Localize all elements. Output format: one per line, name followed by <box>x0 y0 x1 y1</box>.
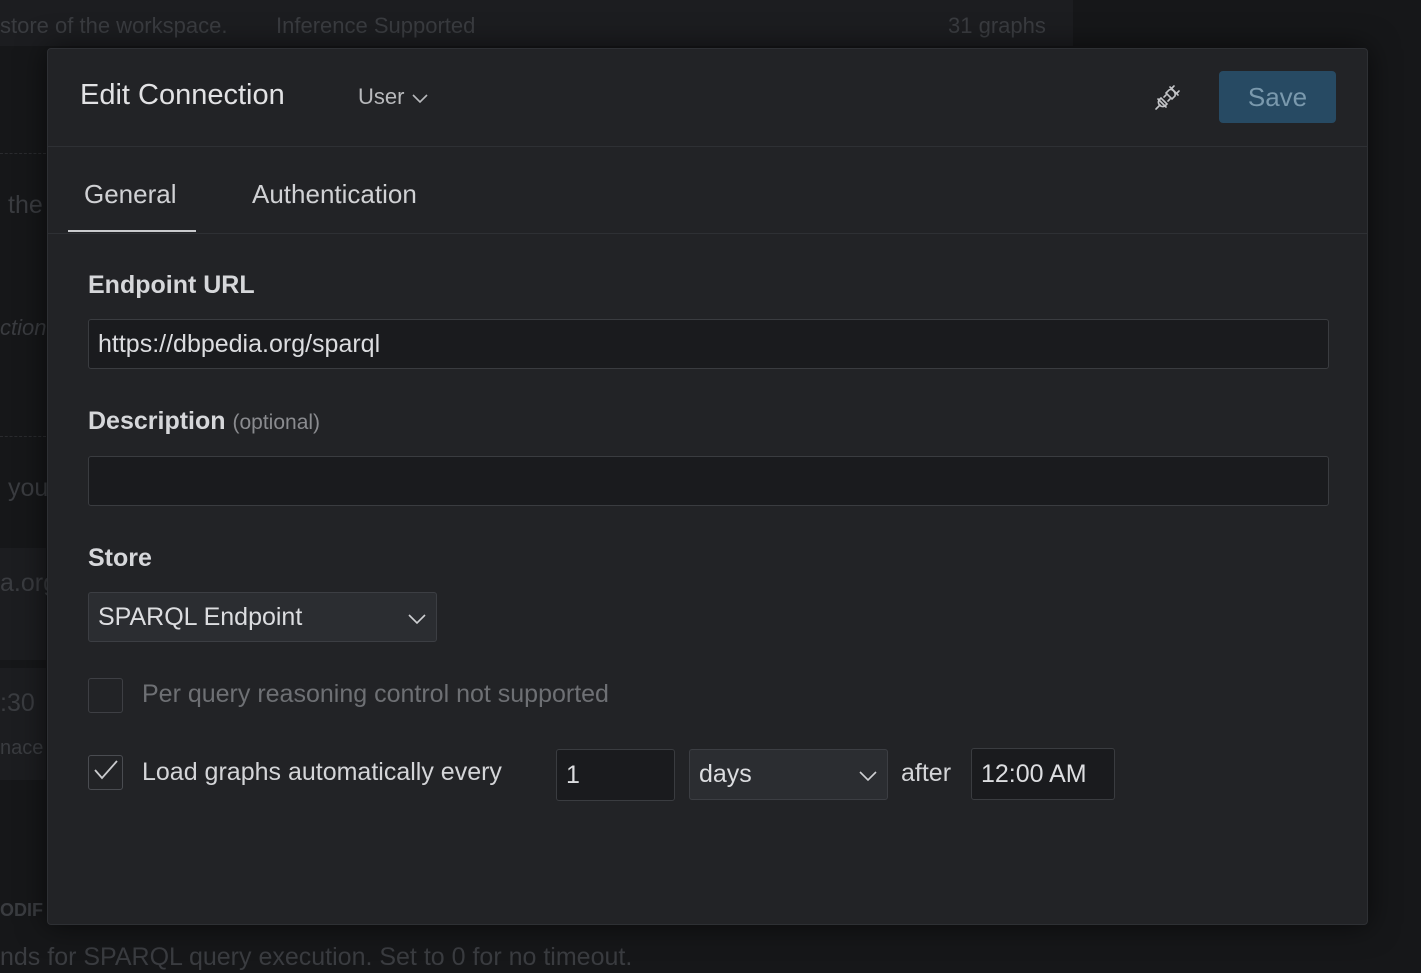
background-text: the <box>8 191 43 219</box>
background-text: store of the workspace. <box>0 13 228 38</box>
chevron-down-icon <box>412 84 429 110</box>
tab-authentication[interactable]: Authentication <box>252 179 417 210</box>
reasoning-checkbox[interactable] <box>88 678 123 713</box>
description-input[interactable] <box>88 456 1329 506</box>
background-text: ction <box>0 315 47 340</box>
optional-hint: (optional) <box>232 411 321 434</box>
autoload-checkbox-label: Load graphs automatically every <box>142 758 502 786</box>
interval-unit-value: days <box>699 760 752 788</box>
tab-general[interactable]: General <box>84 179 177 210</box>
reasoning-checkbox-label: Per query reasoning control not supporte… <box>142 680 609 708</box>
background-text: ODIF <box>0 900 43 920</box>
plug-disconnect-icon <box>1152 81 1184 118</box>
scope-select-label: User <box>358 84 405 109</box>
background-field <box>0 548 46 660</box>
background-divider <box>0 153 46 154</box>
dialog-title: Edit Connection <box>80 79 285 111</box>
disconnect-button[interactable] <box>1148 79 1188 119</box>
save-button[interactable]: Save <box>1219 71 1336 123</box>
interval-input[interactable] <box>556 749 675 801</box>
store-select[interactable]: SPARQL Endpoint <box>88 592 437 642</box>
background-text: :30 <box>0 689 35 717</box>
chevron-down-icon <box>408 603 426 632</box>
time-input[interactable] <box>971 748 1115 800</box>
background-text: nace <box>0 737 44 759</box>
endpoint-url-input[interactable] <box>88 319 1329 369</box>
background-text: nds for SPARQL query execution. Set to 0… <box>0 943 633 971</box>
background-text: Inference Supported <box>276 13 476 38</box>
endpoint-url-label: Endpoint URL <box>88 271 255 299</box>
autoload-checkbox[interactable] <box>88 755 123 790</box>
description-label-text: Description <box>88 407 226 435</box>
checkmark-icon <box>93 759 119 786</box>
background-text: 31 graphs <box>948 13 1046 38</box>
store-label: Store <box>88 544 152 572</box>
active-tab-indicator <box>68 230 196 232</box>
after-label: after <box>901 759 952 787</box>
dialog-header: Edit Connection User Save <box>48 49 1367 147</box>
dialog-tabs: General Authentication <box>48 147 1367 234</box>
background-text: you <box>8 474 49 502</box>
interval-unit-select[interactable]: days <box>689 749 888 800</box>
chevron-down-icon <box>859 760 877 789</box>
store-select-value: SPARQL Endpoint <box>98 602 303 631</box>
description-label: Description (optional) <box>88 407 320 436</box>
background-divider <box>0 436 46 437</box>
edit-connection-dialog: Edit Connection User Save General Authen… <box>47 48 1368 925</box>
background-field <box>0 668 46 780</box>
scope-select[interactable]: User <box>358 84 429 110</box>
